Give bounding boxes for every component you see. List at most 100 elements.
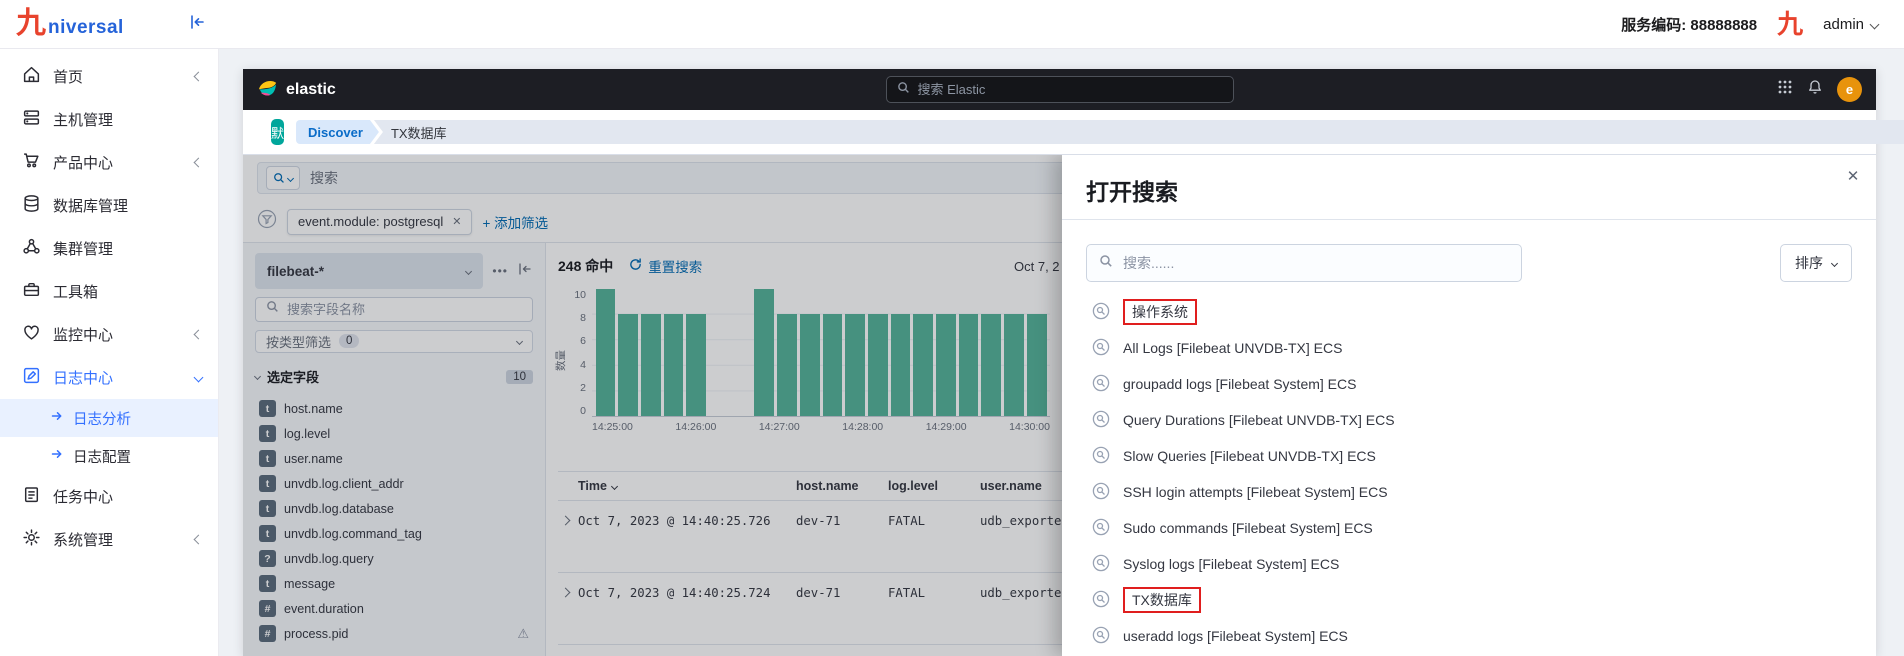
sidebar-item-databases[interactable]: 数据库管理 (0, 184, 218, 227)
database-icon (22, 194, 41, 217)
topbar-right: 服务编码: 88888888 九 admin (1621, 11, 1904, 37)
saved-search-list: 操作系统 All Logs [Filebeat UNVDB-TX] ECS gr… (1086, 294, 1852, 654)
arrow-right-icon (50, 409, 64, 427)
elastic-global-search[interactable] (886, 76, 1234, 103)
space-badge[interactable]: 默 (271, 119, 284, 145)
arrow-right-icon (50, 447, 64, 465)
saved-search-item[interactable]: groupadd logs [Filebeat System] ECS (1086, 366, 1852, 402)
saved-search-label: useradd logs [Filebeat System] ECS (1123, 628, 1348, 644)
chevron-left-icon (194, 158, 204, 168)
saved-search-label: TX数据库 (1123, 587, 1201, 613)
sidebar-item-hosts[interactable]: 主机管理 (0, 98, 218, 141)
avatar[interactable]: e (1837, 77, 1862, 102)
saved-search-item[interactable]: All Logs [Filebeat UNVDB-TX] ECS (1086, 330, 1852, 366)
sidebar-item-home[interactable]: 首页 (0, 55, 218, 98)
sidebar: 首页 主机管理 产品中心 数据库管理 集群管理 工具箱 监控中心 (0, 49, 219, 656)
breadcrumb-saved-search[interactable]: TX数据库 (374, 120, 1904, 144)
heart-icon (22, 323, 41, 346)
cart-icon (22, 151, 41, 174)
alerts-bell-icon[interactable] (1807, 79, 1823, 100)
user-org-logo: 九 (1777, 11, 1803, 37)
app-logo[interactable]: 九 niversal (16, 9, 124, 39)
saved-search-item[interactable]: Query Durations [Filebeat UNVDB-TX] ECS (1086, 402, 1852, 438)
gear-icon (22, 528, 41, 551)
logo-glyph: 九 (16, 9, 46, 39)
username: admin (1823, 16, 1864, 33)
sidebar-item-clusters[interactable]: 集群管理 (0, 227, 218, 270)
sidebar-item-log-analysis[interactable]: 日志分析 (0, 399, 218, 437)
elastic-header: elastic e (243, 69, 1876, 110)
saved-search-icon (1092, 302, 1110, 323)
chevron-down-icon (1870, 19, 1880, 29)
sidebar-item-label: 工具箱 (53, 281, 98, 302)
sidebar-item-label: 日志中心 (53, 367, 113, 388)
user-menu[interactable]: admin (1823, 16, 1878, 33)
saved-search-item[interactable]: Sudo commands [Filebeat System] ECS (1086, 510, 1852, 546)
sort-button[interactable]: 排序 (1780, 244, 1852, 282)
sidebar-item-label: 日志分析 (73, 408, 131, 429)
elastic-logo[interactable]: elastic (257, 77, 336, 103)
sidebar-item-label: 集群管理 (53, 238, 113, 259)
saved-search-filter-input[interactable] (1123, 255, 1509, 271)
server-icon (22, 108, 41, 131)
sidebar-item-label: 数据库管理 (53, 195, 128, 216)
elastic-search-input[interactable] (918, 82, 1223, 97)
saved-search-label: Sudo commands [Filebeat System] ECS (1123, 520, 1373, 536)
chevron-left-icon (194, 535, 204, 545)
collapse-sidebar-icon (188, 13, 206, 36)
sidebar-item-products[interactable]: 产品中心 (0, 141, 218, 184)
chevron-left-icon (194, 330, 204, 340)
toolbox-icon (22, 280, 41, 303)
saved-search-item[interactable]: SSH login attempts [Filebeat System] ECS (1086, 474, 1852, 510)
saved-search-item[interactable]: 操作系统 (1086, 294, 1852, 330)
saved-search-item[interactable]: useradd logs [Filebeat System] ECS (1086, 618, 1852, 654)
elastic-body: event.module: postgresql ✕ + 添加筛选 filebe… (243, 155, 1876, 656)
service-code: 服务编码: 88888888 (1621, 14, 1757, 35)
saved-search-icon (1092, 554, 1110, 575)
saved-search-icon (1092, 410, 1110, 431)
saved-search-item[interactable]: Slow Queries [Filebeat UNVDB-TX] ECS (1086, 438, 1852, 474)
breadcrumb: Discover TX数据库 ✓ (296, 120, 1904, 144)
saved-search-label: Syslog logs [Filebeat System] ECS (1123, 556, 1339, 572)
saved-search-icon (1092, 374, 1110, 395)
topbar: 九 niversal 服务编码: 88888888 九 admin (0, 0, 1904, 49)
chevron-down-icon (1831, 259, 1838, 266)
sidebar-item-toolbox[interactable]: 工具箱 (0, 270, 218, 313)
sidebar-item-monitoring[interactable]: 监控中心 (0, 313, 218, 356)
saved-search-icon (1092, 590, 1110, 611)
sidebar-item-log-center[interactable]: 日志中心 (0, 356, 218, 399)
open-search-flyout: 打开搜索 ✕ 排序 操作系统 (1062, 155, 1876, 656)
sidebar-item-log-config[interactable]: 日志配置 (0, 437, 218, 475)
sidebar-item-label: 监控中心 (53, 324, 113, 345)
sort-label: 排序 (1795, 253, 1823, 273)
logo-text: niversal (48, 17, 124, 39)
chevron-left-icon (194, 72, 204, 82)
saved-search-item[interactable]: Syslog logs [Filebeat System] ECS (1086, 546, 1852, 582)
sidebar-item-label: 日志配置 (73, 446, 131, 467)
elastic-app: elastic e 默 Discover TX数据库 ✓ (243, 69, 1876, 656)
saved-search-label: Query Durations [Filebeat UNVDB-TX] ECS (1123, 412, 1395, 428)
sidebar-item-label: 任务中心 (53, 486, 113, 507)
saved-search-label: 操作系统 (1123, 299, 1197, 325)
search-icon (897, 81, 910, 99)
saved-search-icon (1092, 446, 1110, 467)
search-icon (1099, 254, 1113, 273)
home-icon (22, 65, 41, 88)
edit-square-icon (22, 366, 41, 389)
apps-grid-icon[interactable] (1777, 79, 1793, 100)
saved-search-item[interactable]: TX数据库 (1086, 582, 1852, 618)
saved-search-label: SSH login attempts [Filebeat System] ECS (1123, 484, 1388, 500)
saved-search-icon (1092, 518, 1110, 539)
sidebar-collapse-button[interactable] (186, 13, 208, 35)
close-icon[interactable]: ✕ (1841, 164, 1865, 188)
cluster-icon (22, 237, 41, 260)
elastic-toolbar: 默 Discover TX数据库 ✓ 选项 新建 保存 打开 共享 检查 (243, 110, 1876, 155)
sidebar-item-label: 产品中心 (53, 152, 113, 173)
sidebar-item-system[interactable]: 系统管理 (0, 518, 218, 561)
saved-search-icon (1092, 338, 1110, 359)
saved-search-icon (1092, 626, 1110, 647)
sidebar-item-tasks[interactable]: 任务中心 (0, 475, 218, 518)
saved-search-filter[interactable] (1086, 244, 1522, 282)
saved-search-label: All Logs [Filebeat UNVDB-TX] ECS (1123, 340, 1342, 356)
breadcrumb-discover[interactable]: Discover (296, 120, 379, 144)
